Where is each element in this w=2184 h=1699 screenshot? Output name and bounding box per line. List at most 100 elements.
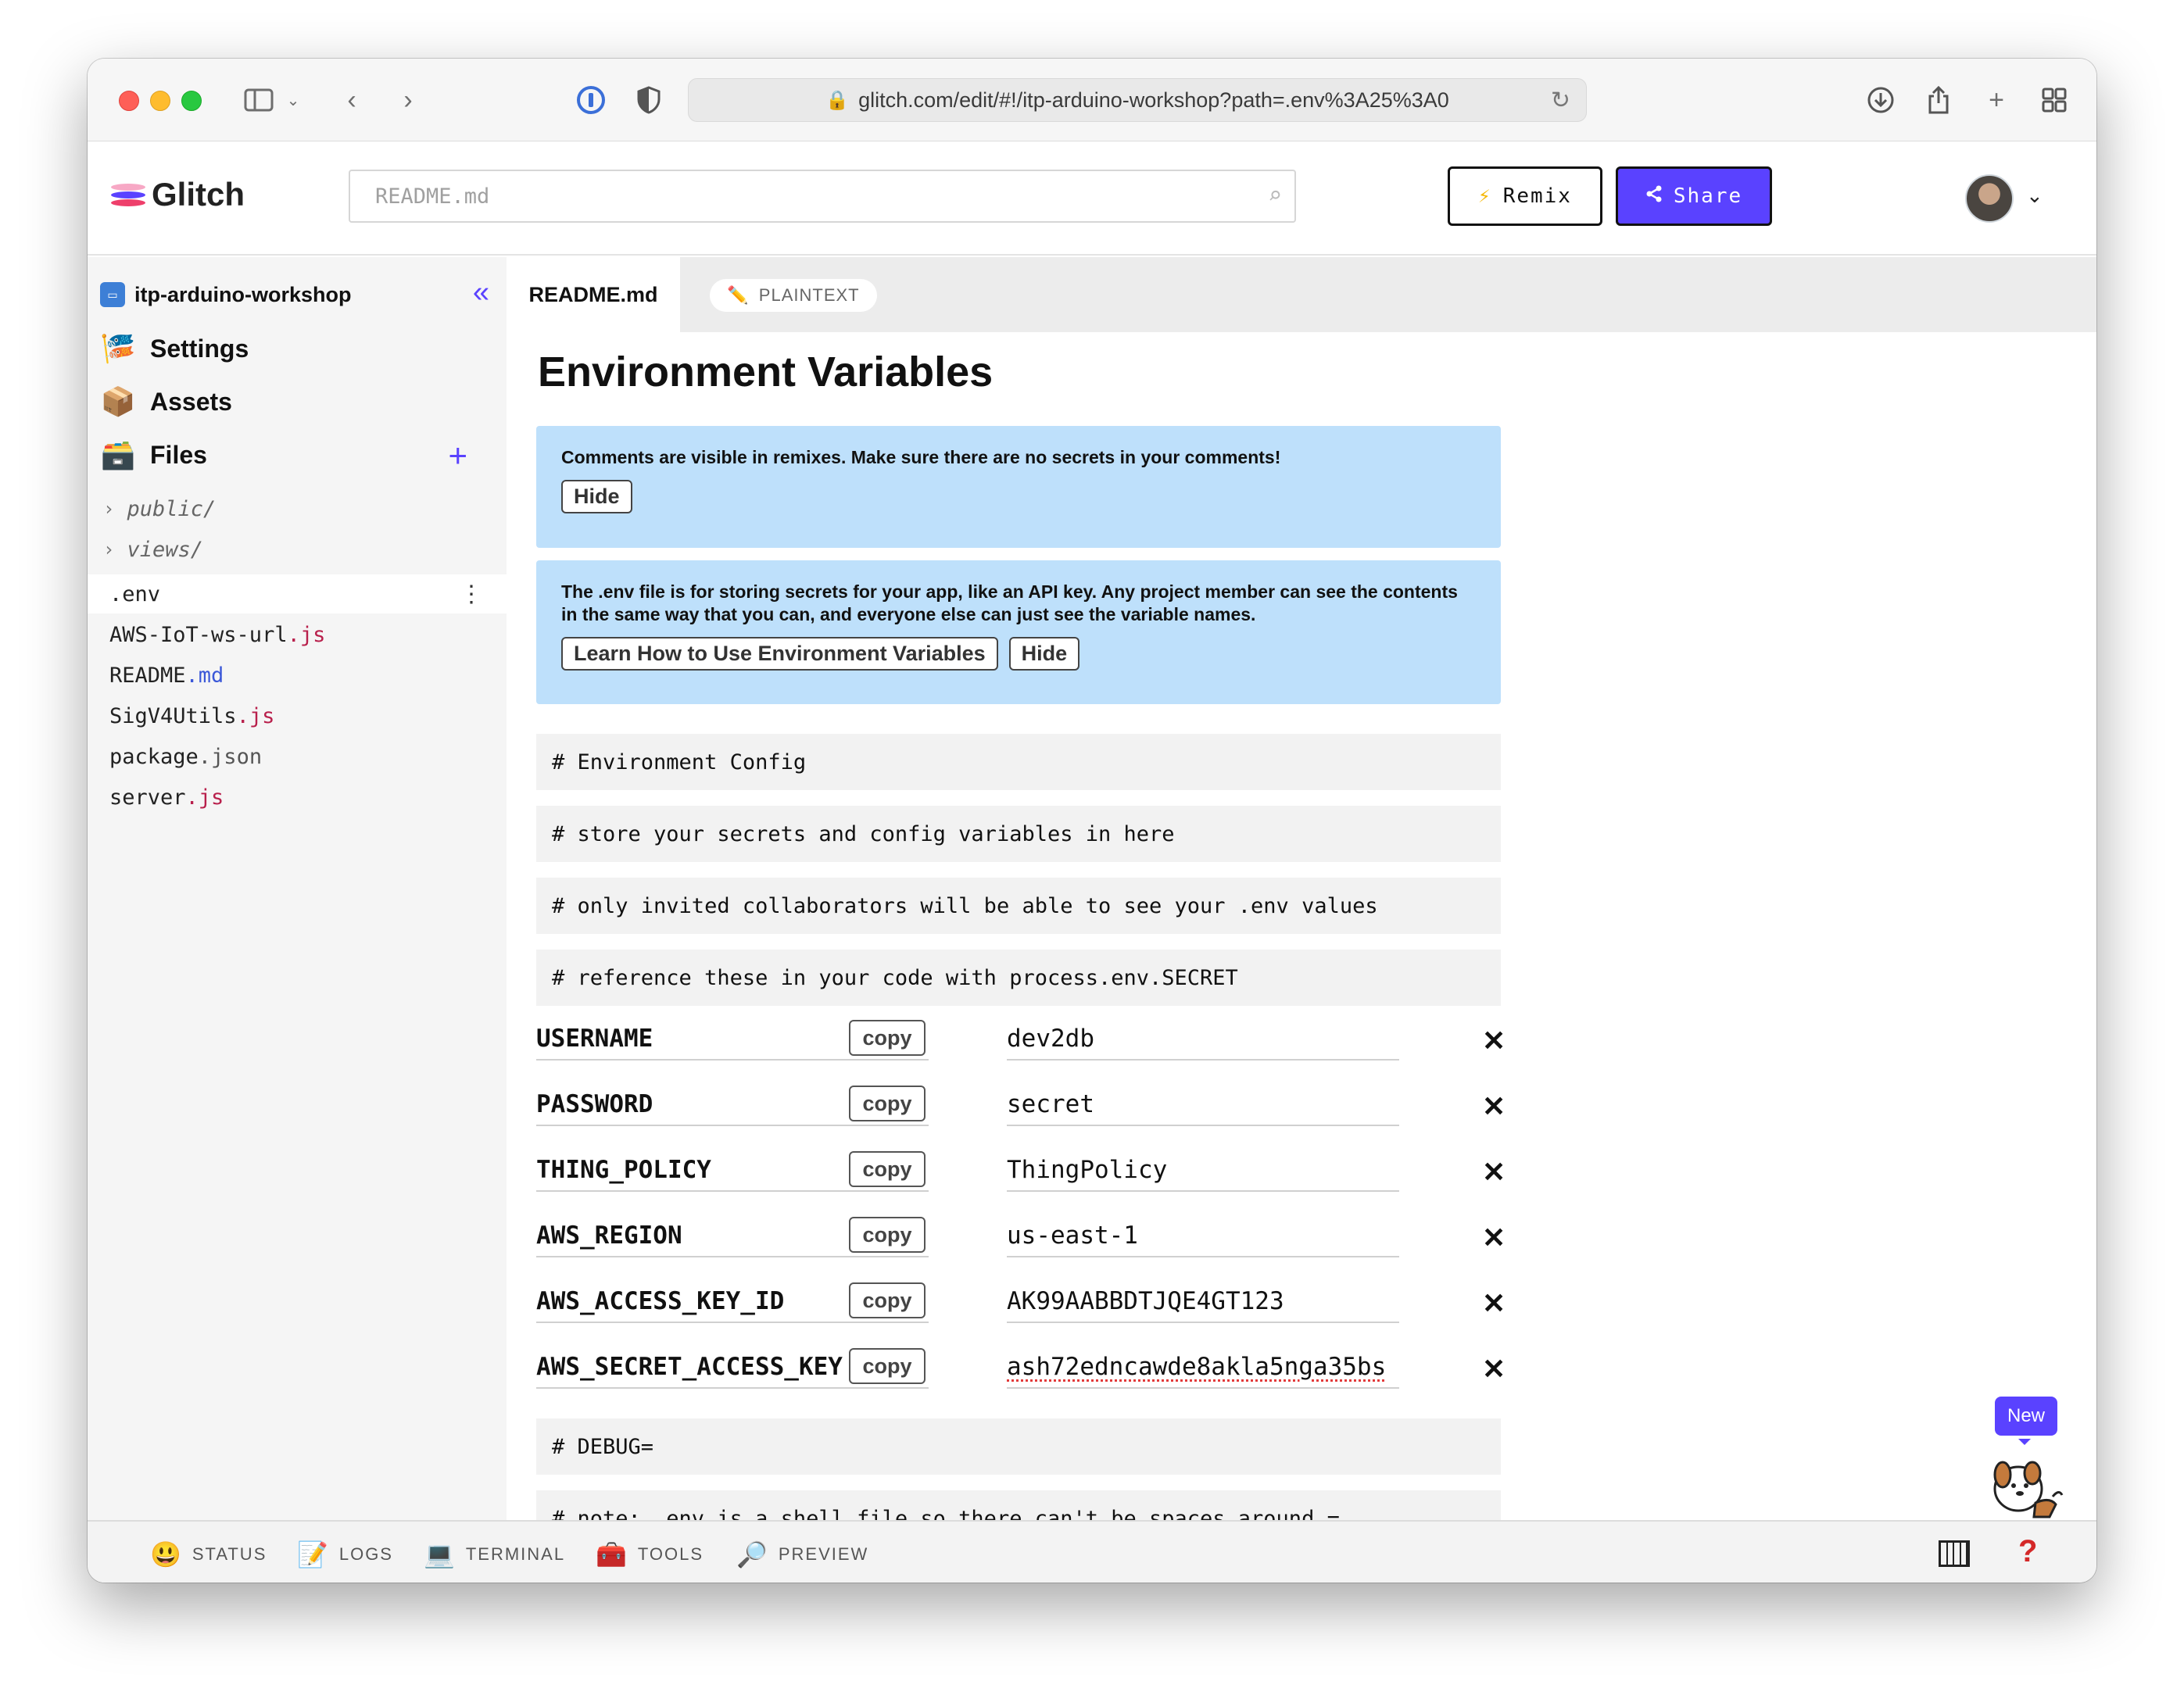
- dog-mascot-icon[interactable]: [1987, 1442, 2065, 1520]
- copy-button[interactable]: copy: [849, 1282, 926, 1318]
- tab-readme[interactable]: README.md: [507, 257, 680, 332]
- collapse-sidebar-icon[interactable]: «: [473, 276, 489, 309]
- tab-overview-icon[interactable]: [2037, 82, 2071, 118]
- file-base: SigV4Utils: [109, 703, 237, 728]
- sidebar-item-assets[interactable]: 📦 Assets: [100, 382, 491, 421]
- download-icon[interactable]: [1864, 82, 1898, 118]
- browser-toolbar: ⌄ ‹ › 🔒 glitch.com/edit/#!/itp-arduino-w…: [88, 59, 2096, 141]
- footer-item-preview[interactable]: 🔎 PREVIEW: [736, 1539, 868, 1570]
- share-icon[interactable]: [1921, 82, 1956, 118]
- variable-value[interactable]: ash72edncawde8akla5nga35bs: [1007, 1347, 1399, 1389]
- learn-env-button[interactable]: Learn How to Use Environment Variables: [561, 637, 998, 671]
- chevron-right-icon: ›: [103, 538, 115, 560]
- delete-variable-icon[interactable]: ✕: [1482, 1156, 1506, 1189]
- comment-line[interactable]: # note: .env is a shell file so there ca…: [536, 1490, 1501, 1520]
- file-base: README: [109, 663, 186, 688]
- variable-value[interactable]: AK99AABBDTJQE4GT123: [1007, 1281, 1399, 1323]
- footer-item-status[interactable]: 😃 STATUS: [150, 1539, 267, 1570]
- search-input[interactable]: README.md ⌕: [349, 170, 1296, 223]
- variable-value[interactable]: secret: [1007, 1084, 1399, 1126]
- zoom-window-button[interactable]: [181, 91, 202, 111]
- copy-button[interactable]: copy: [849, 1020, 926, 1056]
- reload-icon[interactable]: ↻: [1551, 87, 1570, 114]
- comment-line[interactable]: # store your secrets and config variable…: [536, 806, 1501, 862]
- sidebar-toggle-icon[interactable]: [241, 82, 277, 118]
- notice-text: Comments are visible in remixes. Make su…: [561, 447, 1281, 467]
- hide-button[interactable]: Hide: [1008, 637, 1080, 671]
- copy-button[interactable]: copy: [849, 1086, 926, 1121]
- chevron-down-icon[interactable]: ⌄: [281, 82, 305, 118]
- new-tab-icon[interactable]: +: [1979, 82, 2014, 118]
- notice-text: The .env file is for storing secrets for…: [561, 581, 1458, 624]
- piano-icon[interactable]: [1939, 1540, 1970, 1567]
- delete-variable-icon[interactable]: ✕: [1482, 1353, 1506, 1386]
- close-window-button[interactable]: [119, 91, 139, 111]
- delete-variable-icon[interactable]: ✕: [1482, 1090, 1506, 1123]
- comment-line[interactable]: # DEBUG=: [536, 1418, 1501, 1475]
- file-ext: .js: [236, 703, 275, 728]
- delete-variable-icon[interactable]: ✕: [1482, 1025, 1506, 1057]
- remix-button[interactable]: ⚡ Remix: [1448, 166, 1602, 226]
- sidebar-item-label: Settings: [150, 334, 249, 363]
- project-name: itp-arduino-workshop: [134, 282, 352, 306]
- back-icon[interactable]: ‹: [336, 82, 367, 118]
- editor-mode-pill[interactable]: ✏️ PLAINTEXT: [710, 279, 877, 312]
- sidebar-item-label: Files: [150, 440, 207, 469]
- glitch-logo[interactable]: Glitch: [111, 176, 245, 213]
- avatar[interactable]: [1965, 174, 2014, 223]
- share-button[interactable]: Share: [1616, 166, 1772, 226]
- folder-views[interactable]: › views/: [103, 532, 203, 567]
- comment-line[interactable]: # Environment Config: [536, 734, 1501, 790]
- chevron-down-icon[interactable]: ⌄: [2026, 184, 2043, 208]
- variable-value[interactable]: us-east-1: [1007, 1215, 1399, 1257]
- magnifier-icon: 🔎: [736, 1540, 768, 1568]
- copy-button[interactable]: copy: [849, 1217, 926, 1253]
- help-icon[interactable]: ?: [2018, 1534, 2037, 1569]
- variable-value[interactable]: dev2db: [1007, 1018, 1399, 1061]
- delete-variable-icon[interactable]: ✕: [1482, 1221, 1506, 1254]
- file-box-icon: 🗃️: [100, 438, 136, 470]
- forward-icon[interactable]: ›: [392, 82, 424, 118]
- add-file-icon[interactable]: +: [448, 437, 467, 474]
- file-item[interactable]: README .md: [88, 656, 507, 695]
- file-item-env[interactable]: .env ⋮: [88, 574, 507, 613]
- sidebar-item-settings[interactable]: 🎏 Settings: [100, 329, 491, 368]
- folder-public[interactable]: › public/: [103, 492, 216, 526]
- copy-button[interactable]: copy: [849, 1348, 926, 1384]
- footer-label: LOGS: [338, 1544, 393, 1564]
- file-item[interactable]: server .js: [88, 778, 507, 817]
- file-item[interactable]: SigV4Utils .js: [88, 696, 507, 735]
- box-icon: 📦: [100, 385, 136, 417]
- env-editor: Environment Variables Comments are visib…: [507, 332, 2096, 1520]
- delete-variable-icon[interactable]: ✕: [1482, 1287, 1506, 1320]
- footer-item-logs[interactable]: 📝 LOGS: [297, 1539, 393, 1570]
- sidebar-item-files[interactable]: 🗃️ Files +: [100, 435, 491, 474]
- hide-button[interactable]: Hide: [561, 480, 632, 513]
- chevron-right-icon: ›: [103, 498, 115, 520]
- project-header[interactable]: ▭ itp-arduino-workshop «: [100, 276, 491, 310]
- shield-icon[interactable]: [632, 82, 666, 118]
- more-options-icon[interactable]: ⋮: [460, 581, 483, 608]
- folder-label: views/: [127, 537, 203, 562]
- tab-label: README.md: [528, 282, 658, 306]
- minimize-window-button[interactable]: [150, 91, 170, 111]
- env-variable-row: PASSWORD copy secret ✕: [536, 1084, 1513, 1134]
- file-item[interactable]: AWS-IoT-ws-url .js: [88, 615, 507, 654]
- file-item[interactable]: package .json: [88, 737, 507, 776]
- comment-line[interactable]: # reference these in your code with proc…: [536, 950, 1501, 1006]
- copy-button[interactable]: copy: [849, 1151, 926, 1187]
- footer-item-terminal[interactable]: 💻 TERMINAL: [424, 1539, 565, 1570]
- new-badge[interactable]: New: [1995, 1397, 2057, 1445]
- file-ext: .js: [185, 785, 224, 810]
- footer-item-tools[interactable]: 🧰 TOOLS: [596, 1539, 704, 1570]
- password-manager-icon[interactable]: [574, 82, 608, 118]
- footer-label: STATUS: [192, 1544, 267, 1564]
- logo-text: Glitch: [152, 176, 245, 213]
- address-bar[interactable]: 🔒 glitch.com/edit/#!/itp-arduino-worksho…: [688, 78, 1587, 122]
- sidebar-item-label: Assets: [150, 387, 232, 416]
- comment-line[interactable]: # only invited collaborators will be abl…: [536, 878, 1501, 934]
- file-base: package: [109, 744, 199, 769]
- file-ext: .md: [185, 663, 224, 688]
- variable-value[interactable]: ThingPolicy: [1007, 1150, 1399, 1192]
- glitch-fish-icon: [111, 182, 145, 207]
